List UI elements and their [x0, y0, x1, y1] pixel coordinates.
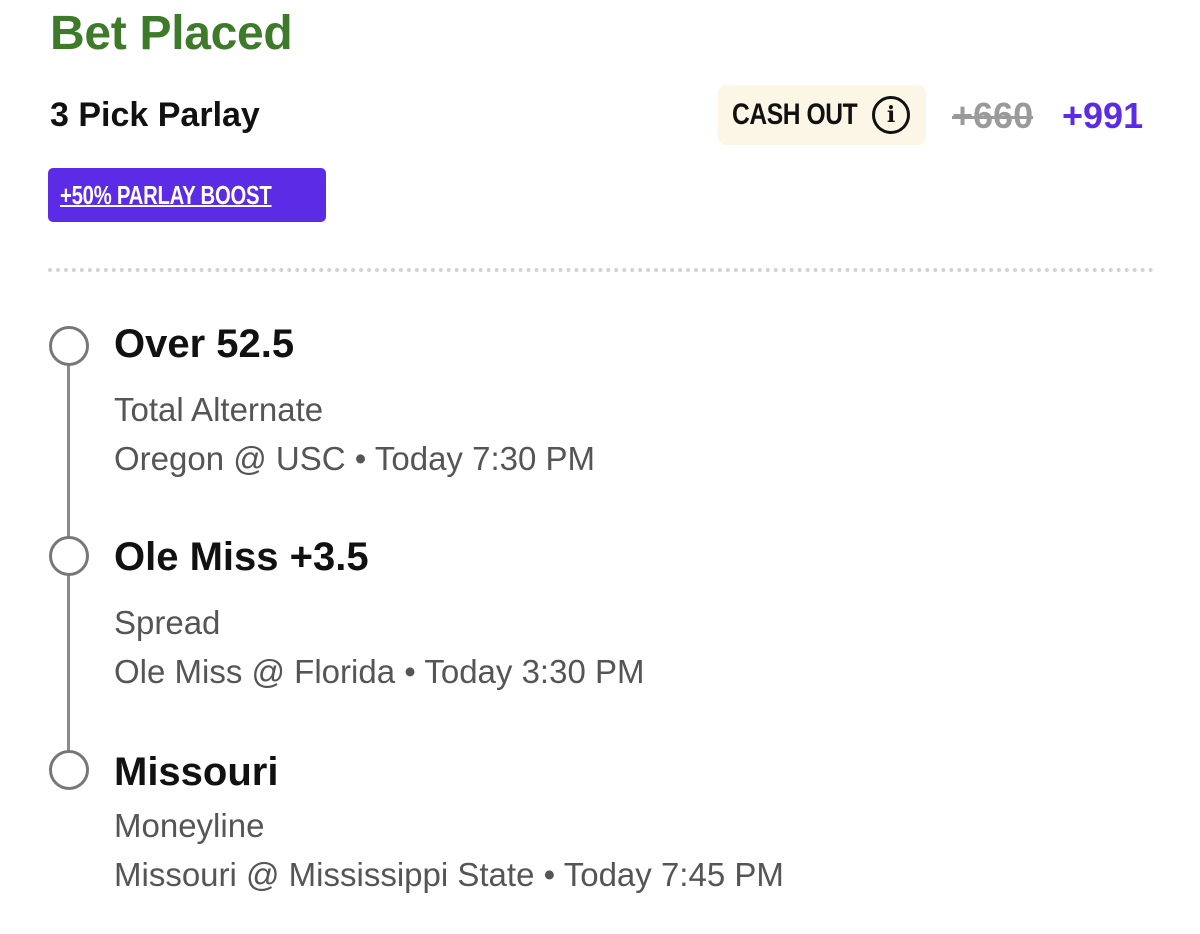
timeline-node-icon	[49, 536, 89, 576]
info-circle-icon[interactable]: i	[872, 96, 910, 134]
cash-out-label: CASH OUT	[732, 98, 858, 131]
pick-game: Oregon @ USC • Today 7:30 PM	[114, 440, 595, 477]
pick-selection: Over 52.5	[114, 322, 295, 366]
parlay-boost-badge[interactable]: +50% PARLAY BOOST i	[48, 168, 362, 222]
pick-selection: Ole Miss +3.5	[114, 535, 369, 579]
timeline-node-icon	[49, 750, 89, 790]
dotted-divider	[48, 268, 1154, 272]
info-circle-icon[interactable]: i	[340, 185, 362, 207]
pick-selection: Missouri	[114, 750, 279, 794]
boosted-odds: +991	[1062, 95, 1144, 136]
original-odds: +660	[952, 95, 1034, 136]
pick-market: Total Alternate	[114, 391, 324, 428]
cash-out-button[interactable]: CASH OUT i	[718, 85, 926, 145]
pick-market: Moneyline	[114, 807, 265, 844]
bet-status-title: Bet Placed	[50, 7, 293, 60]
pick-game: Ole Miss @ Florida • Today 3:30 PM	[114, 653, 645, 690]
parlay-boost-label[interactable]: +50% PARLAY BOOST	[60, 180, 272, 211]
parlay-title: 3 Pick Parlay	[50, 96, 260, 134]
timeline-node-icon	[49, 326, 89, 366]
pick-market: Spread	[114, 604, 221, 641]
pick-game: Missouri @ Mississippi State • Today 7:4…	[114, 856, 784, 893]
